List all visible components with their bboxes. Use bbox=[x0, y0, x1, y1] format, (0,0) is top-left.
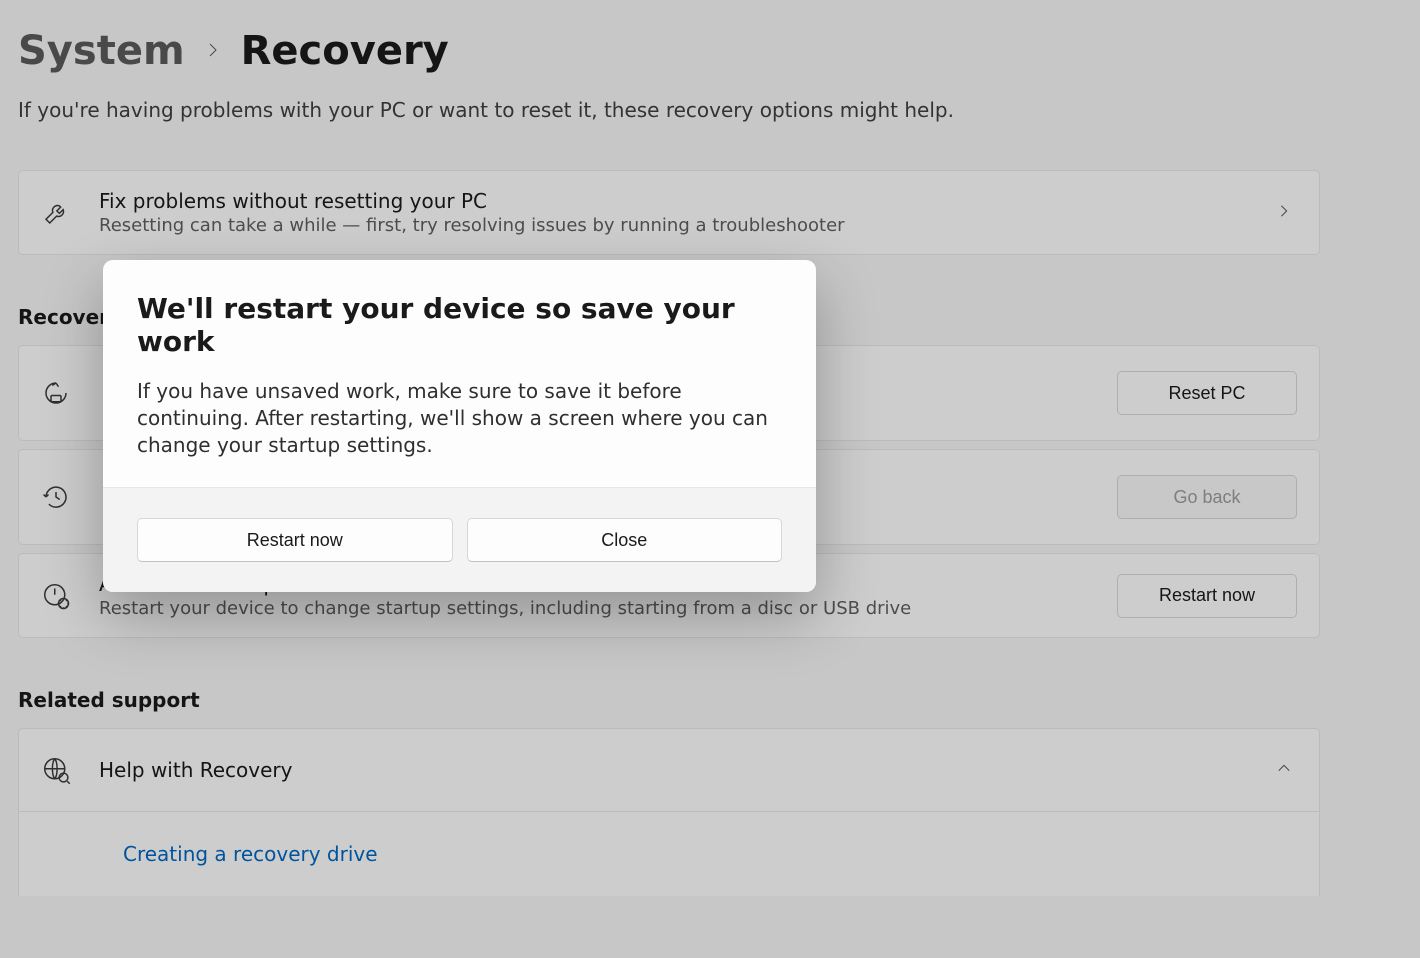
modal-overlay: We'll restart your device so save your w… bbox=[0, 0, 1420, 958]
dialog-footer: Restart now Close bbox=[103, 487, 816, 592]
dialog-body: If you have unsaved work, make sure to s… bbox=[137, 378, 782, 459]
restart-confirmation-dialog: We'll restart your device so save your w… bbox=[103, 260, 816, 592]
dialog-restart-now-button[interactable]: Restart now bbox=[137, 518, 453, 562]
dialog-close-button[interactable]: Close bbox=[467, 518, 783, 562]
dialog-content: We'll restart your device so save your w… bbox=[103, 260, 816, 487]
dialog-title: We'll restart your device so save your w… bbox=[137, 292, 782, 358]
